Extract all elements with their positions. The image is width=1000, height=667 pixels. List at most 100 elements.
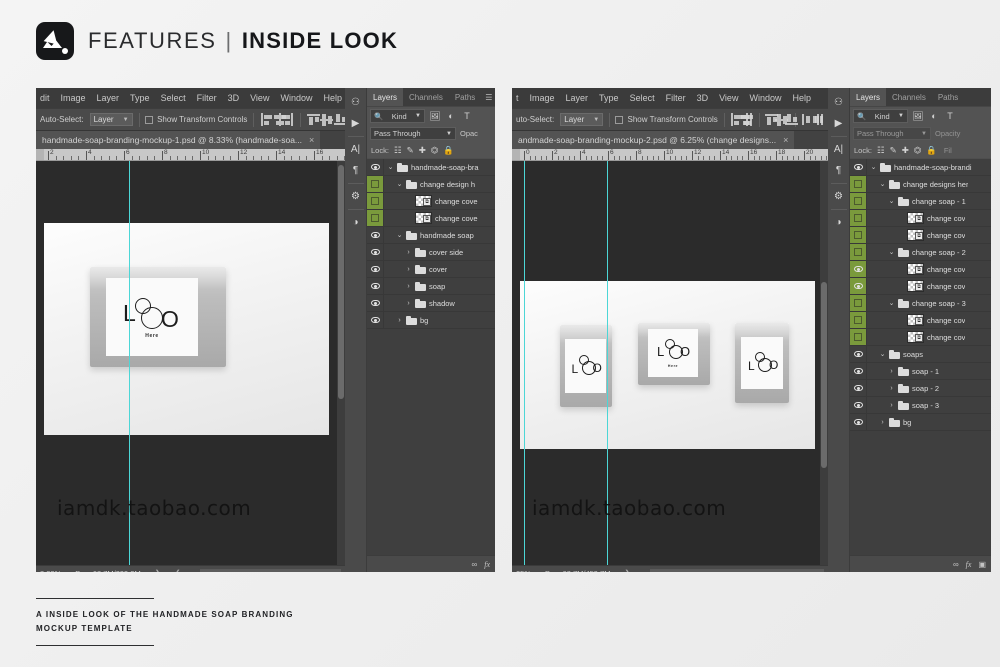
layer-visibility-toggle[interactable] [367, 278, 384, 294]
layer-visibility-toggle[interactable] [850, 414, 867, 430]
status-expand-icon[interactable]: ❯ [624, 569, 630, 572]
zoom-level-right[interactable]: 25% [516, 569, 531, 573]
adjustments-icon[interactable]: ⚙ [345, 186, 367, 207]
canvas-left[interactable]: L O Here iamdk.taobao.com [36, 161, 345, 565]
align-horizontal-centers-icon[interactable] [273, 113, 280, 126]
layer-row[interactable]: ⧉change cov [850, 261, 991, 278]
tab-paths[interactable]: Paths [449, 88, 481, 106]
pixel-layer-filter-icon[interactable]: 🖼 [429, 111, 441, 122]
lock-artboard-icon[interactable]: ⏣ [431, 145, 438, 156]
lock-image-icon[interactable]: ✎ [890, 145, 897, 156]
layer-style-fx-icon[interactable]: fx [966, 560, 972, 569]
layer-row[interactable]: ⌄change soap - 2 [850, 244, 991, 261]
menu-item-edit[interactable]: dit [40, 93, 50, 103]
menu-item-view[interactable]: View [250, 93, 269, 103]
chevron-right-icon[interactable]: › [888, 385, 895, 392]
layer-row[interactable]: ⧉change cov [850, 227, 991, 244]
chevron-right-icon[interactable]: › [405, 283, 412, 290]
status-scroll-track[interactable] [200, 569, 341, 573]
link-layers-icon[interactable]: ∞ [472, 560, 478, 569]
chevron-down-icon[interactable]: ⌄ [879, 180, 886, 188]
type-tool-icon[interactable]: A| [345, 139, 367, 160]
layer-row[interactable]: ⧉change cov [850, 278, 991, 295]
chevron-down-icon[interactable]: ⌄ [888, 197, 895, 205]
auto-select-dropdown[interactable]: Layer ▼ [90, 113, 133, 126]
layer-row[interactable]: ›shadow [367, 295, 495, 312]
history-brush-icon[interactable]: ⚇ [828, 92, 850, 113]
chevron-right-icon[interactable]: › [396, 317, 403, 324]
layer-visibility-toggle[interactable] [850, 380, 867, 396]
distribute-left-icon[interactable] [801, 113, 805, 126]
show-transform-checkbox[interactable] [615, 116, 623, 124]
menu-item-window[interactable]: Window [749, 93, 781, 103]
layer-kind-dropdown[interactable]: 🔍 Kind ▼ [853, 109, 908, 123]
menu-item-type[interactable]: Type [599, 93, 619, 103]
adjustments-icon[interactable]: ⚙ [828, 186, 850, 207]
status-collapse-icon[interactable]: ❮ [175, 569, 181, 572]
layer-visibility-toggle[interactable] [850, 261, 867, 277]
layer-visibility-toggle[interactable] [367, 261, 384, 277]
close-icon[interactable]: × [783, 135, 788, 145]
align-left-edges-icon[interactable] [260, 113, 267, 126]
layer-kind-dropdown[interactable]: 🔍 Kind ▼ [370, 109, 425, 123]
layer-visibility-toggle[interactable] [367, 244, 384, 260]
layer-visibility-toggle[interactable] [367, 295, 384, 311]
layer-row[interactable]: ›soap [367, 278, 495, 295]
zoom-level-left[interactable]: 8.33% [40, 569, 61, 573]
menu-item-layer[interactable]: Layer [566, 93, 589, 103]
layer-row[interactable]: ⧉change cove [367, 193, 495, 210]
chevron-right-icon[interactable]: › [405, 300, 412, 307]
chevron-down-icon[interactable]: ⌄ [888, 299, 895, 307]
chevron-right-icon[interactable]: › [888, 402, 895, 409]
tab-paths[interactable]: Paths [932, 88, 964, 106]
type-tool-icon[interactable]: A| [828, 139, 850, 160]
lock-transparent-icon[interactable]: ☷ [394, 145, 402, 156]
adjustment-layer-filter-icon[interactable]: ◐ [928, 111, 940, 121]
layer-visibility-toggle[interactable] [850, 159, 867, 175]
tab-channels[interactable]: Channels [403, 88, 449, 106]
layer-visibility-toggle[interactable] [367, 227, 384, 243]
align-left-edges-icon[interactable] [730, 113, 734, 126]
lock-image-icon[interactable]: ✎ [407, 145, 414, 156]
layers-list-right[interactable]: ⌄handmade-soap-brandi⌄change designs her… [850, 158, 991, 555]
chevron-right-icon[interactable]: › [405, 266, 412, 273]
menu-item-layer[interactable]: Layer [97, 93, 120, 103]
layer-visibility-toggle[interactable] [850, 244, 867, 260]
layer-row[interactable]: ⌄soaps [850, 346, 991, 363]
layer-row[interactable]: ⌄change soap - 1 [850, 193, 991, 210]
tab-layers[interactable]: Layers [850, 88, 886, 106]
layer-visibility-toggle[interactable] [850, 193, 867, 209]
menu-item-3d[interactable]: 3D [228, 93, 240, 103]
history-brush-icon[interactable]: ⚇ [345, 92, 367, 113]
chevron-right-icon[interactable]: › [405, 249, 412, 256]
align-right-edges-icon[interactable] [287, 113, 294, 126]
panel-menu-icon[interactable]: ☰ [481, 88, 495, 106]
canvas-right[interactable]: L O L O Here [512, 161, 828, 565]
menu-item-window[interactable]: Window [280, 93, 312, 103]
layer-row[interactable]: ›bg [367, 312, 495, 329]
align-bottom-edges-icon[interactable] [334, 113, 341, 126]
lock-transparent-icon[interactable]: ☷ [877, 145, 885, 156]
close-icon[interactable]: × [309, 135, 314, 145]
menu-item-filter[interactable]: Filter [197, 93, 217, 103]
lock-artboard-icon[interactable]: ⏣ [914, 145, 921, 156]
chevron-down-icon[interactable]: ⌄ [888, 248, 895, 256]
menu-item-image[interactable]: Image [61, 93, 86, 103]
tab-channels[interactable]: Channels [886, 88, 932, 106]
layer-row[interactable]: ⧉change cov [850, 329, 991, 346]
layer-visibility-toggle[interactable] [850, 363, 867, 379]
distribute-right-icon[interactable] [820, 113, 824, 126]
show-transform-checkbox[interactable] [145, 116, 153, 124]
layer-visibility-toggle[interactable] [367, 210, 384, 226]
pixel-layer-filter-icon[interactable]: 🖼 [912, 111, 924, 122]
link-layers-icon[interactable]: ∞ [953, 560, 959, 569]
play-action-icon[interactable]: ▶ [345, 113, 367, 134]
align-top-edges-icon[interactable] [765, 113, 769, 126]
show-transform-controls-row[interactable]: Show Transform Controls [615, 115, 717, 124]
lock-position-icon[interactable]: ✚ [419, 145, 426, 156]
menu-item-view[interactable]: View [719, 93, 738, 103]
layer-visibility-toggle[interactable] [367, 176, 384, 192]
play-action-icon[interactable]: ▶ [828, 113, 850, 134]
show-transform-controls-row[interactable]: Show Transform Controls [145, 115, 247, 124]
distribute-center-icon[interactable] [811, 113, 815, 126]
